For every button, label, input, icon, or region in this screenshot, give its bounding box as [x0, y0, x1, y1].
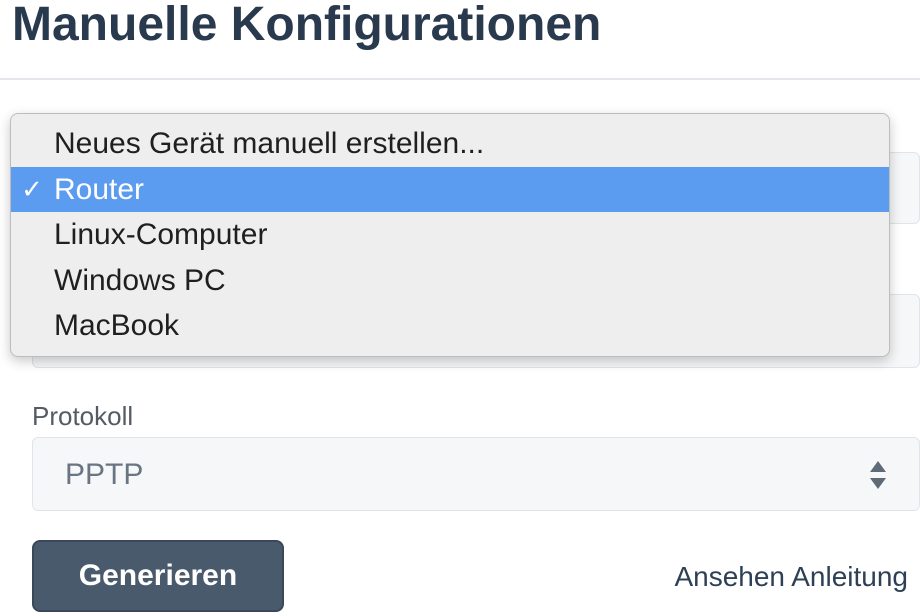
dropdown-item-router[interactable]: ✓ Router	[11, 166, 889, 212]
device-dropdown-menu: Neues Gerät manuell erstellen... ✓ Route…	[10, 113, 890, 357]
dropdown-item-label: Router	[54, 172, 145, 206]
guide-link[interactable]: Ansehen Anleitung	[674, 560, 908, 594]
dropdown-item-new-device[interactable]: Neues Gerät manuell erstellen...	[11, 121, 889, 167]
protocol-select-value: PPTP	[65, 458, 144, 491]
dropdown-item-label: Neues Gerät manuell erstellen...	[54, 127, 485, 160]
page-title: Manuelle Konfigurationen	[12, 0, 602, 51]
dropdown-item-label: Windows PC	[54, 263, 226, 297]
dropdown-item-label: MacBook	[54, 309, 180, 342]
protocol-label: Protokoll	[32, 401, 134, 431]
protocol-select[interactable]: PPTP	[32, 437, 920, 511]
dropdown-item-windows-pc[interactable]: Windows PC	[11, 258, 889, 304]
dropdown-item-macbook[interactable]: MacBook	[11, 303, 889, 349]
title-divider	[0, 78, 920, 80]
dropdown-item-linux-computer[interactable]: Linux-Computer	[11, 212, 889, 258]
dropdown-item-label: Linux-Computer	[54, 218, 268, 251]
generate-button[interactable]: Generieren	[32, 540, 284, 612]
updown-arrows-icon	[870, 461, 886, 489]
page: Manuelle Konfigurationen Protokoll PPTP …	[0, 0, 920, 616]
check-icon: ✓	[21, 173, 43, 204]
